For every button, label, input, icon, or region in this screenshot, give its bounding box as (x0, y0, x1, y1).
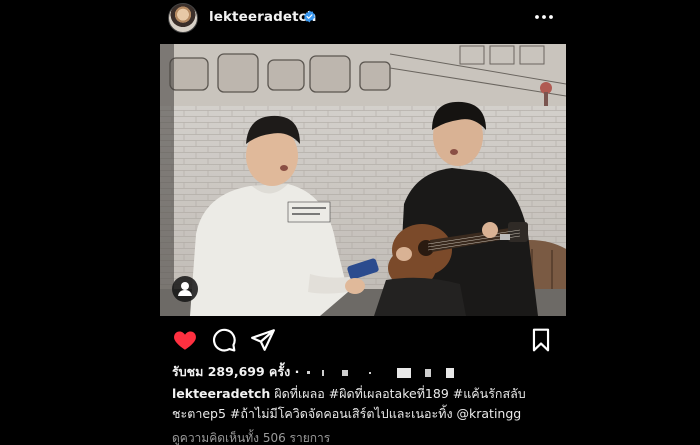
redacted-mark (322, 369, 325, 376)
redacted-mark (306, 371, 310, 374)
bookmark-icon[interactable] (528, 327, 554, 353)
post-username[interactable]: lekteeradetch (209, 9, 316, 25)
views-prefix: รับชม (172, 364, 204, 379)
liked-by-separator: · (294, 364, 304, 379)
more-options-icon[interactable] (532, 8, 556, 26)
views-number: 289,699 (207, 364, 265, 379)
redacted-mark (425, 368, 432, 377)
view-all-comments-link[interactable]: ดูความคิดเห็นทั้ง 506 รายการ (172, 429, 330, 445)
tagged-users-button[interactable] (172, 276, 198, 302)
comment-icon[interactable] (211, 327, 237, 353)
action-bar (160, 324, 566, 358)
person-icon (178, 282, 192, 296)
views-suffix: ครั้ง (269, 364, 291, 379)
avatar[interactable] (168, 3, 198, 33)
verified-badge-icon (304, 10, 315, 23)
instagram-post: lekteeradetch รับชม 289,699 ครั้ง · lekt… (0, 0, 700, 445)
send-icon[interactable] (250, 327, 276, 353)
post-header: lekteeradetch (160, 0, 566, 40)
post-photo[interactable] (160, 44, 566, 316)
redacted-mark (445, 367, 454, 378)
redacted-mark (397, 367, 412, 378)
redacted-mark (368, 371, 371, 374)
heart-filled-icon[interactable] (172, 327, 198, 353)
photo-scene (160, 44, 566, 316)
post-caption: lekteeradetch ผิดที่เผลอ #ผิดที่เผลอtake… (172, 384, 562, 424)
caption-username[interactable]: lekteeradetch (172, 386, 270, 401)
views-count[interactable]: รับชม 289,699 ครั้ง · (172, 362, 454, 382)
redacted-mark (342, 369, 349, 376)
